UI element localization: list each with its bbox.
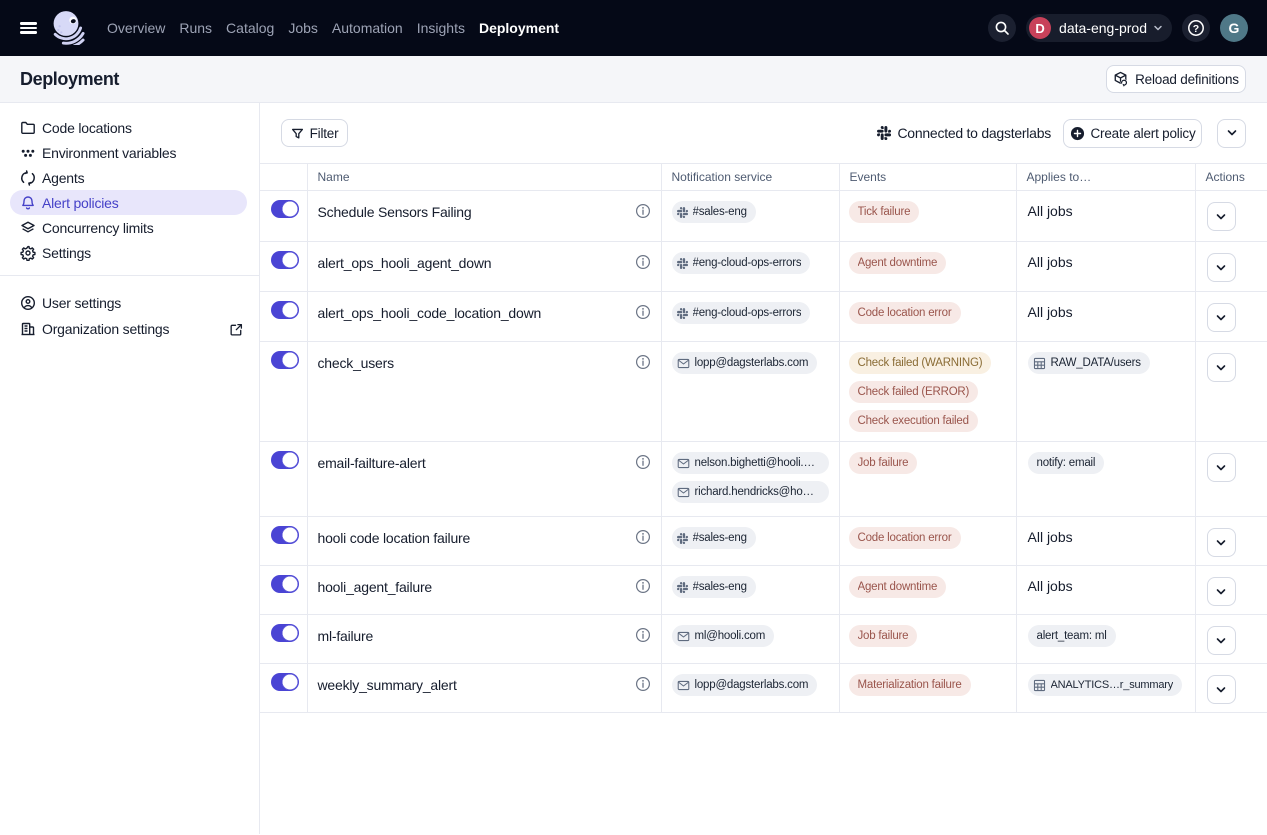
svg-text:?: ? <box>1193 23 1199 35</box>
